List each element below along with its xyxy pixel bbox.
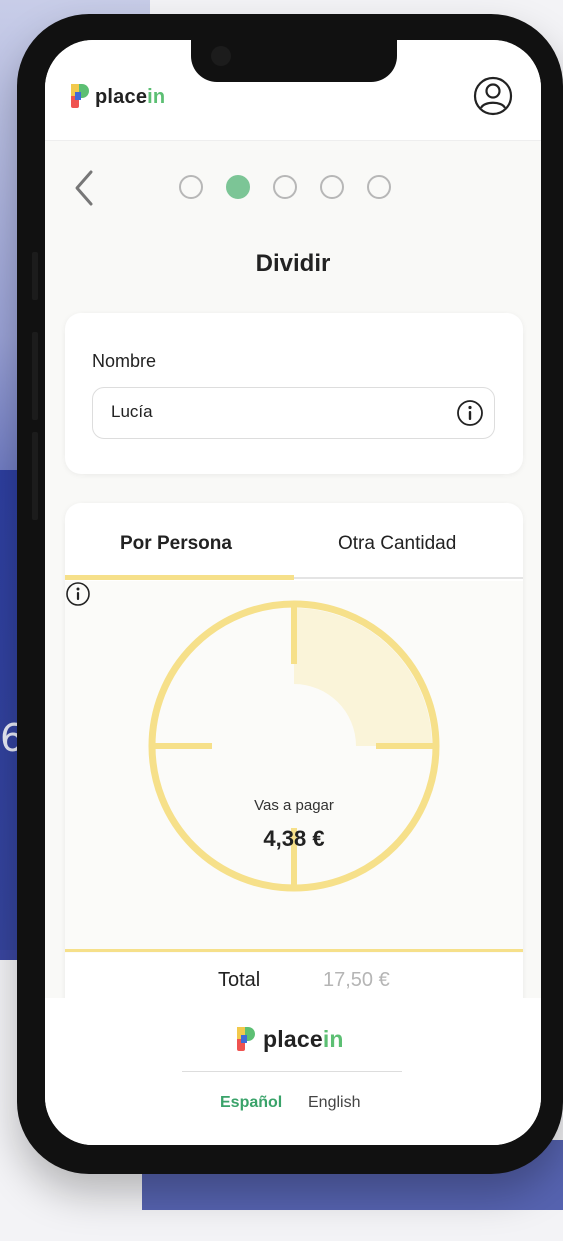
footer-brand-logo[interactable]: placein — [237, 1026, 344, 1053]
tab-por-persona[interactable]: Por Persona — [120, 533, 232, 555]
tab-active-indicator — [65, 575, 294, 580]
selected-portion[interactable] — [294, 608, 432, 746]
step-dot — [179, 175, 203, 199]
brand-mark-icon — [71, 84, 89, 110]
step-dot-active — [226, 175, 250, 199]
step-indicator — [179, 175, 391, 199]
total-label: Total — [218, 969, 261, 991]
total-value: 17,50 € — [323, 969, 390, 991]
phone-notch — [191, 40, 397, 82]
name-label: Nombre — [92, 351, 157, 371]
language-espanol[interactable]: Español — [220, 1094, 282, 1112]
back-chevron-icon[interactable] — [69, 168, 99, 208]
footer-divider — [182, 1071, 402, 1072]
pay-amount: 4,38 € — [263, 826, 325, 851]
user-circle-icon[interactable] — [473, 76, 513, 116]
app-footer: placein Español English — [45, 998, 541, 1145]
info-icon[interactable] — [456, 399, 484, 427]
total-divider — [65, 949, 523, 952]
phone-screen: placein Dividir Nombre Lucía Por Persona… — [45, 40, 541, 1145]
tab-otra-cantidad[interactable]: Otra Cantidad — [338, 533, 456, 555]
page-title: Dividir — [255, 250, 331, 277]
brand-mark-icon — [237, 1026, 255, 1053]
brand-name: placein — [263, 1026, 344, 1052]
language-english[interactable]: English — [308, 1094, 360, 1112]
info-icon[interactable] — [65, 581, 91, 607]
brand-name: placein — [95, 85, 166, 108]
name-card: Nombre Lucía — [65, 313, 523, 474]
brand-logo[interactable]: placein — [71, 84, 165, 110]
pay-label: Vas a pagar — [254, 797, 334, 814]
step-dot — [320, 175, 344, 199]
name-value: Lucía — [111, 402, 153, 421]
split-wheel: Vas a pagar 4,38 € — [65, 581, 523, 953]
split-wheel-graphic[interactable] — [65, 581, 523, 953]
name-field[interactable]: Lucía — [92, 387, 495, 439]
step-dot — [367, 175, 391, 199]
step-dot — [273, 175, 297, 199]
phone-button — [32, 432, 38, 520]
phone-button — [32, 252, 38, 300]
phone-button — [32, 332, 38, 420]
split-card: Por Persona Otra Cantidad Vas a pagar 4,… — [65, 503, 523, 1063]
